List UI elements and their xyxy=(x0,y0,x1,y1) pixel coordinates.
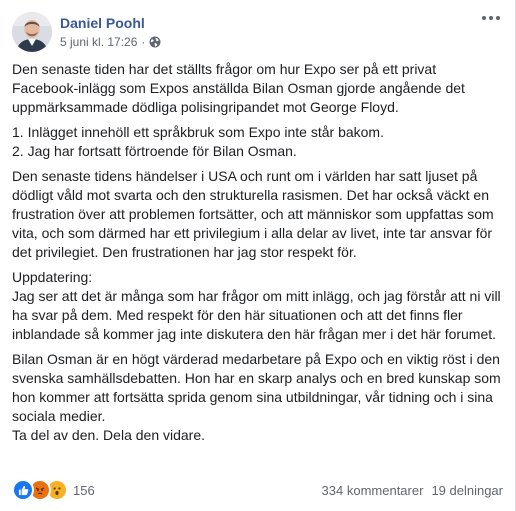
post-header: Daniel Poohl 5 juni kl. 17:26 · xyxy=(12,10,161,54)
reaction-count: 156 xyxy=(73,482,95,498)
post-paragraph: 1. Inlägget innehöll ett språkbruk som E… xyxy=(12,124,384,159)
post-paragraph: Uppdatering: Jag ser att det är många so… xyxy=(12,269,501,342)
post-paragraph: Den senaste tidens händelser i USA och r… xyxy=(12,168,494,260)
author-name[interactable]: Daniel Poohl xyxy=(60,14,161,32)
facebook-post: Daniel Poohl 5 juni kl. 17:26 · Den sena… xyxy=(0,0,516,511)
post-paragraph: Bilan Osman är en högt värderad medarbet… xyxy=(12,351,501,443)
globe-icon xyxy=(149,36,161,48)
post-meta: Daniel Poohl 5 juni kl. 17:26 · xyxy=(60,14,161,50)
post-footer: 156 334 kommentarer 19 delningar xyxy=(12,478,503,502)
reactions-summary[interactable]: 156 xyxy=(12,479,95,501)
meta-separator: · xyxy=(141,35,146,49)
timestamp-row: 5 juni kl. 17:26 · xyxy=(60,34,161,50)
like-icon xyxy=(12,479,34,501)
profile-photo-icon xyxy=(12,12,52,52)
shares-count-link[interactable]: 19 delningar xyxy=(431,483,503,498)
more-options-button[interactable] xyxy=(479,8,503,28)
post-body: Den senaste tiden har det ställts frågor… xyxy=(12,60,504,451)
avatar[interactable] xyxy=(12,12,52,52)
comments-count-link[interactable]: 334 kommentarer xyxy=(322,483,424,498)
post-paragraph: Den senaste tiden har det ställts frågor… xyxy=(12,61,465,115)
more-options-icon xyxy=(482,16,500,20)
post-timestamp[interactable]: 5 juni kl. 17:26 xyxy=(60,34,137,50)
engagement-counts: 334 kommentarer 19 delningar xyxy=(322,483,503,498)
